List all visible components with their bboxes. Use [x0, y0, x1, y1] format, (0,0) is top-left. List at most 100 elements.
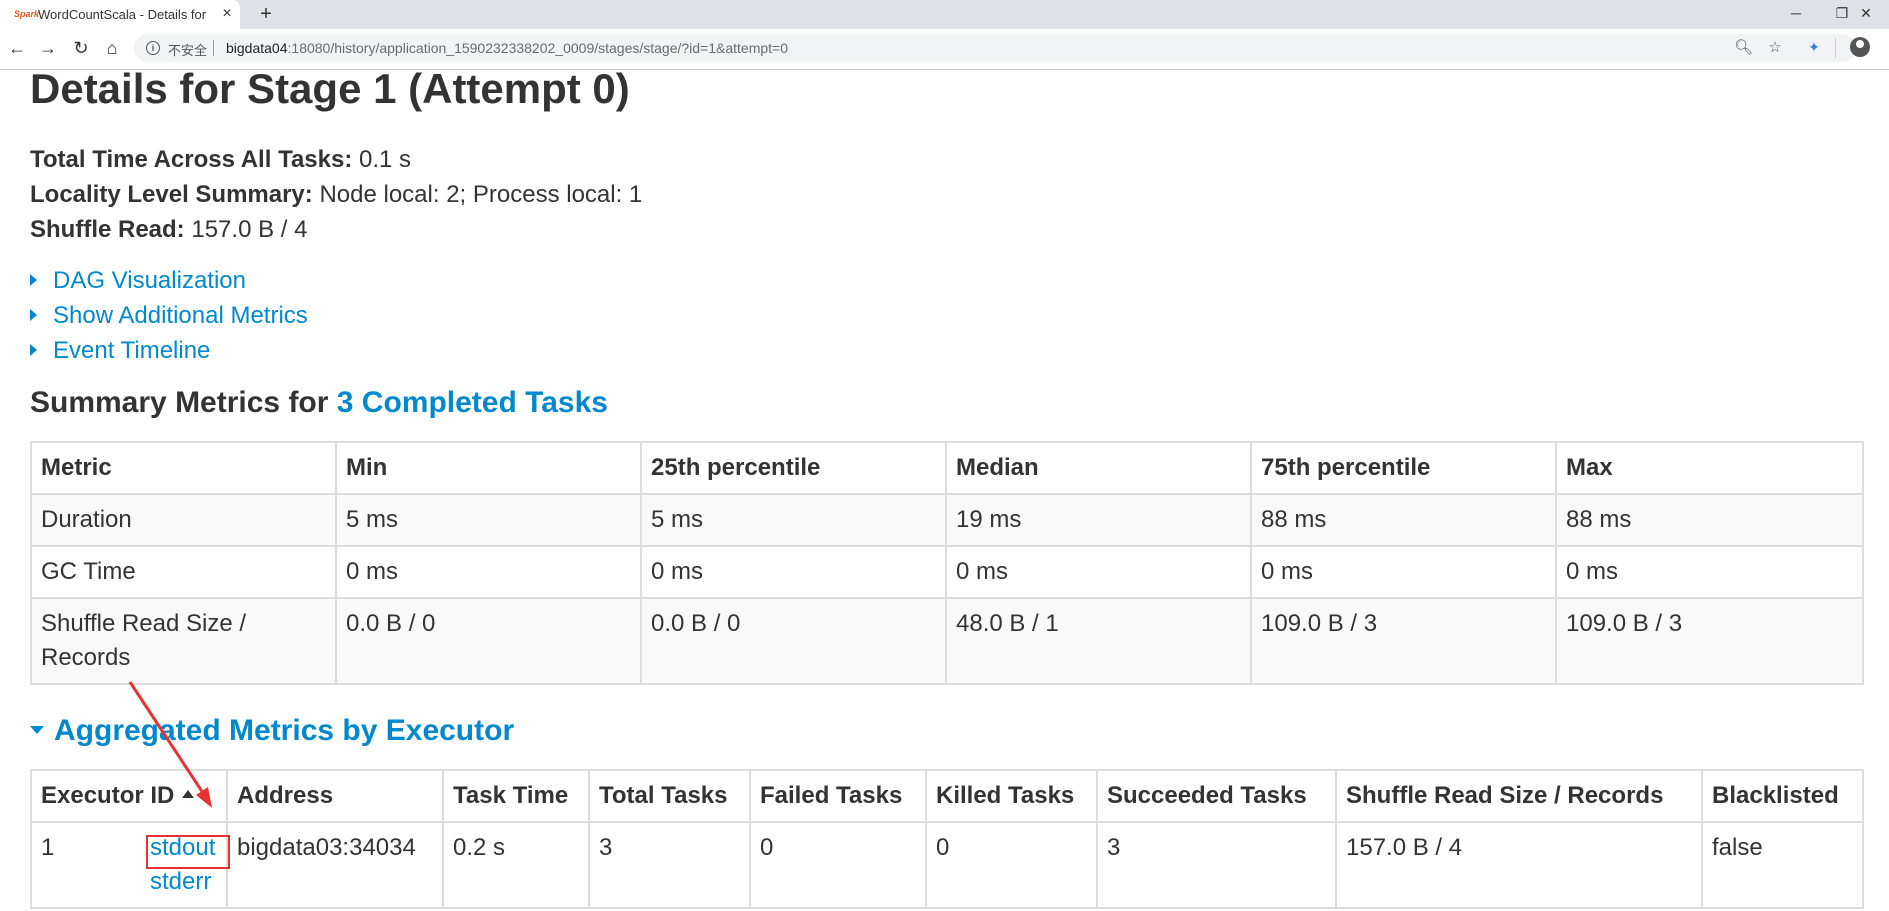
zoom-icon[interactable]: 🔍︎ — [1734, 39, 1753, 57]
table-cell: 0.2 s — [442, 821, 590, 909]
expander-label: DAG Visualization — [53, 267, 246, 294]
event-timeline-toggle[interactable]: Event Timeline — [30, 337, 210, 365]
summary-label: Locality Level Summary: — [30, 181, 313, 208]
summary-metrics-title: Summary Metrics for 3 Completed Tasks — [30, 386, 608, 420]
browser-tab[interactable]: Spark WordCountScala - Details for Stage… — [0, 0, 240, 29]
close-tab-icon[interactable]: × — [218, 5, 236, 23]
table-cell: 0 — [749, 821, 927, 909]
log-links: stdout stderr — [150, 831, 215, 899]
expand-arrow-icon — [30, 308, 37, 321]
table-cell: 0 ms — [640, 545, 947, 599]
column-header[interactable]: Address — [226, 769, 444, 823]
url-text[interactable]: bigdata04:18080/history/application_1590… — [226, 40, 788, 56]
table-cell: 0 ms — [1555, 545, 1864, 599]
table-cell: 88 ms — [1250, 493, 1557, 547]
completed-tasks-link[interactable]: 3 Completed Tasks — [337, 386, 608, 419]
profile-avatar-icon[interactable] — [1850, 37, 1870, 57]
page-content: Details for Stage 1 (Attempt 0) Total Ti… — [0, 70, 1889, 911]
column-header[interactable]: 75th percentile — [1250, 441, 1557, 495]
table-row: 1 stdout stderr bigdata03:34034 0.2 s 3 … — [30, 821, 1864, 909]
column-header[interactable]: Max — [1555, 441, 1864, 495]
spark-favicon-icon: Spark — [14, 9, 40, 19]
table-cell: 109.0 B / 3 — [1555, 597, 1864, 685]
executor-id-cell: 1 stdout stderr — [30, 821, 230, 909]
table-cell: Duration — [30, 493, 337, 547]
table-cell: Shuffle Read Size / Records — [30, 597, 337, 685]
section-title-text: Aggregated Metrics by Executor — [54, 714, 515, 747]
security-label: 不安全 — [168, 43, 208, 58]
table-cell: 88 ms — [1555, 493, 1864, 547]
column-header-executor-id[interactable]: Executor ID — [30, 769, 228, 823]
omnibox-divider — [213, 40, 214, 56]
aggregated-metrics-toggle[interactable]: Aggregated Metrics by Executor — [30, 714, 514, 748]
table-header-row: Metric Min 25th percentile Median 75th p… — [30, 441, 1864, 495]
info-icon[interactable]: i — [146, 41, 160, 55]
column-header[interactable]: Shuffle Read Size / Records — [1335, 769, 1703, 823]
toolbar-divider — [1835, 38, 1836, 58]
executor-id: 1 — [41, 834, 55, 861]
column-header[interactable]: Total Tasks — [588, 769, 751, 823]
address-bar[interactable]: i 不安全 bigdata04:18080/history/applicatio… — [134, 34, 1856, 62]
table-cell: 0 ms — [335, 545, 642, 599]
table-row: Duration 5 ms 5 ms 19 ms 88 ms 88 ms — [30, 493, 1864, 547]
back-icon[interactable]: ← — [6, 37, 28, 59]
new-tab-button[interactable]: + — [254, 2, 278, 26]
column-header[interactable]: 25th percentile — [640, 441, 947, 495]
summary-label: Total Time Across All Tasks: — [30, 146, 353, 173]
column-header[interactable]: Task Time — [442, 769, 590, 823]
summary-value: 0.1 s — [359, 146, 412, 173]
url-host: bigdata04 — [226, 40, 288, 56]
url-path: :18080/history/application_1590232338202… — [287, 40, 789, 56]
reload-icon[interactable]: ↻ — [70, 37, 92, 59]
table-cell: 0 ms — [945, 545, 1252, 599]
sort-ascending-icon[interactable] — [182, 789, 195, 798]
column-header[interactable]: Succeeded Tasks — [1096, 769, 1337, 823]
page-title: Details for Stage 1 (Attempt 0) — [30, 70, 630, 112]
table-cell: 0.0 B / 0 — [640, 597, 947, 685]
executor-metrics-table: Executor ID Address Task Time Total Task… — [30, 769, 1864, 909]
summary-value: 157.0 B / 4 — [191, 216, 308, 243]
table-cell: 0 ms — [1250, 545, 1557, 599]
summary-locality: Locality Level Summary: Node local: 2; P… — [30, 181, 642, 209]
close-window-button[interactable]: ✕ — [1843, 0, 1889, 29]
expand-arrow-icon — [30, 343, 37, 356]
table-cell: 0.0 B / 0 — [335, 597, 642, 685]
summary-shuffle-read: Shuffle Read: 157.0 B / 4 — [30, 216, 307, 244]
expander-label: Show Additional Metrics — [53, 302, 308, 329]
column-header[interactable]: Blacklisted — [1701, 769, 1864, 823]
table-cell: 0 — [925, 821, 1098, 909]
dag-visualization-toggle[interactable]: DAG Visualization — [30, 267, 246, 295]
column-header[interactable]: Killed Tasks — [925, 769, 1098, 823]
additional-metrics-toggle[interactable]: Show Additional Metrics — [30, 302, 308, 330]
browser-tab-bar: Spark WordCountScala - Details for Stage… — [0, 0, 1889, 29]
stdout-link[interactable]: stdout — [150, 831, 215, 865]
column-header[interactable]: Min — [335, 441, 642, 495]
tab-title: WordCountScala - Details for Stage 1 — [38, 7, 206, 22]
expander-label: Event Timeline — [53, 337, 211, 364]
table-cell: 48.0 B / 1 — [945, 597, 1252, 685]
column-header[interactable]: Failed Tasks — [749, 769, 927, 823]
browser-toolbar: ← → ↻ ⌂ i 不安全 bigdata04:18080/history/ap… — [0, 29, 1889, 70]
section-title-text: Summary Metrics for — [30, 386, 337, 419]
summary-metrics-table: Metric Min 25th percentile Median 75th p… — [30, 441, 1864, 685]
minimize-button[interactable]: ─ — [1773, 0, 1819, 29]
table-cell: 5 ms — [640, 493, 947, 547]
stderr-link[interactable]: stderr — [150, 865, 215, 899]
home-icon[interactable]: ⌂ — [101, 37, 123, 59]
table-cell: 3 — [1096, 821, 1337, 909]
table-header-row: Executor ID Address Task Time Total Task… — [30, 769, 1864, 823]
column-header[interactable]: Median — [945, 441, 1252, 495]
forward-icon[interactable]: → — [37, 37, 59, 59]
column-header[interactable]: Metric — [30, 441, 337, 495]
column-header-text: Executor ID — [41, 782, 175, 809]
summary-total-time: Total Time Across All Tasks: 0.1 s — [30, 146, 411, 174]
bookmark-star-icon[interactable]: ☆ — [1766, 39, 1784, 57]
table-cell: GC Time — [30, 545, 337, 599]
collapse-arrow-icon — [30, 726, 44, 735]
table-cell: bigdata03:34034 — [226, 821, 444, 909]
table-cell: 3 — [588, 821, 751, 909]
extension-icon[interactable]: ✦ — [1805, 38, 1823, 56]
table-row: Shuffle Read Size / Records 0.0 B / 0 0.… — [30, 597, 1864, 685]
table-row: GC Time 0 ms 0 ms 0 ms 0 ms 0 ms — [30, 545, 1864, 599]
table-cell: 157.0 B / 4 — [1335, 821, 1703, 909]
